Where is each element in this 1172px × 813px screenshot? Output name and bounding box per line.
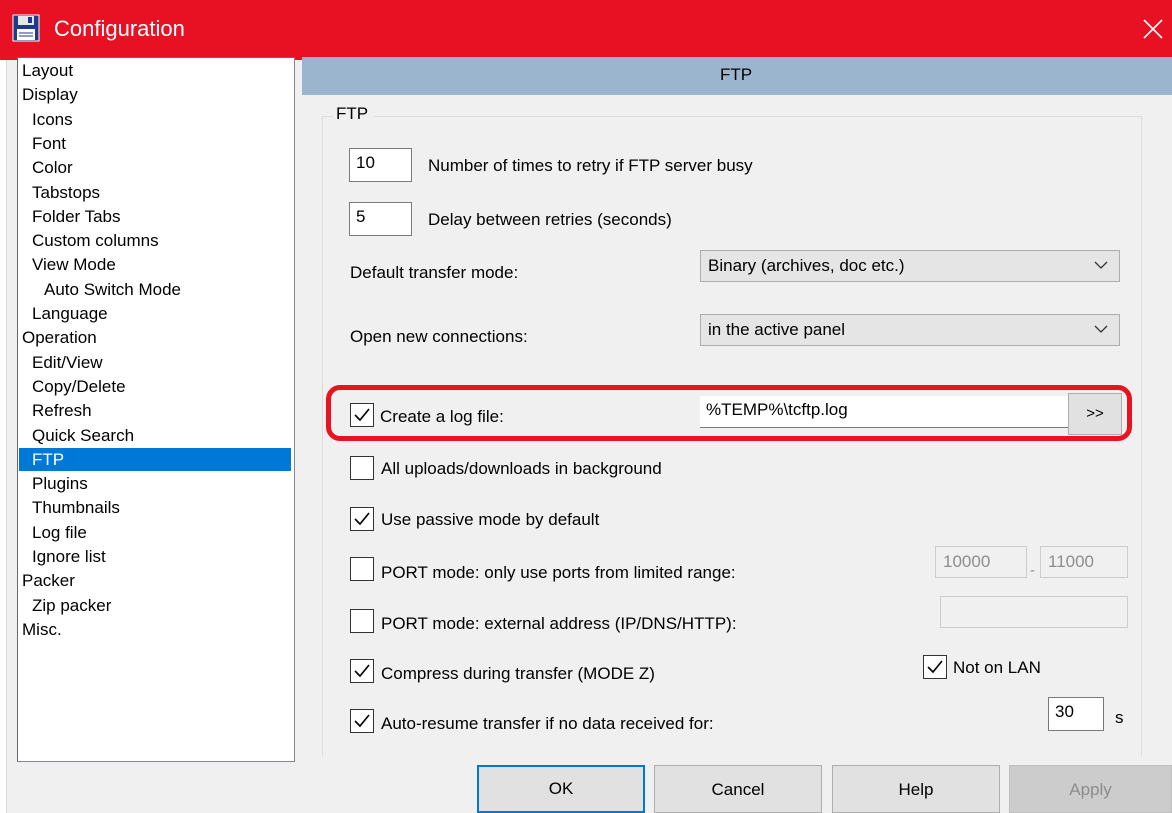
compress-checkbox[interactable] [350, 659, 374, 683]
background-transfer-checkbox[interactable] [350, 456, 374, 480]
auto-resume-label: Auto-resume transfer if no data received… [381, 714, 714, 733]
tree-item-auto-switch-mode[interactable]: Auto Switch Mode [44, 278, 181, 301]
tree-item-edit-view[interactable]: Edit/View [32, 351, 103, 374]
port-range-separator: - [1030, 562, 1035, 579]
tree-item-tabstops[interactable]: Tabstops [32, 181, 100, 204]
retry-delay-label: Delay between retries (seconds) [428, 210, 672, 229]
tree-item-font[interactable]: Font [32, 132, 66, 155]
tree-item-copy-delete[interactable]: Copy/Delete [32, 375, 126, 398]
cancel-button[interactable]: Cancel [654, 765, 822, 813]
port-external-checkbox[interactable] [350, 609, 374, 633]
ok-button[interactable]: OK [477, 765, 645, 813]
floppy-disk-icon [12, 14, 40, 42]
passive-mode-label: Use passive mode by default [381, 510, 600, 529]
checkmark-icon [354, 408, 370, 422]
page-title: FTP [720, 65, 753, 84]
create-log-checkbox[interactable] [350, 403, 374, 427]
checkmark-icon [927, 660, 943, 674]
tree-item-display[interactable]: Display [22, 83, 78, 106]
open-connections-label: Open new connections: [350, 327, 528, 346]
open-connections-value: in the active panel [708, 320, 846, 339]
auto-resume-unit: s [1115, 708, 1124, 727]
compress-label: Compress during transfer (MODE Z) [381, 664, 655, 683]
tree-item-misc[interactable]: Misc. [22, 618, 62, 641]
tree-item-log-file[interactable]: Log file [32, 521, 87, 544]
title-bar: Configuration [0, 0, 1172, 60]
page-header: FTP [302, 57, 1172, 95]
tree-item-color[interactable]: Color [32, 156, 73, 179]
tree-item-ftp[interactable]: FTP [19, 447, 291, 471]
port-to-input[interactable]: 11000 [1040, 546, 1128, 578]
port-range-label: PORT mode: only use ports from limited r… [381, 563, 736, 582]
port-range-checkbox[interactable] [350, 557, 374, 581]
chevron-down-icon [1094, 261, 1108, 269]
window-title: Configuration [54, 16, 185, 41]
tree-item-ignore-list[interactable]: Ignore list [32, 545, 106, 568]
retry-delay-input[interactable]: 5 [349, 202, 412, 236]
close-icon[interactable] [1138, 12, 1168, 46]
help-button[interactable]: Help [832, 765, 1000, 813]
tree-item-refresh[interactable]: Refresh [32, 399, 92, 422]
browse-log-button[interactable]: >> [1068, 393, 1122, 435]
tree-item-packer[interactable]: Packer [22, 569, 75, 592]
log-file-path-input[interactable]: %TEMP%\tcftp.log [700, 396, 1068, 428]
tree-item-operation[interactable]: Operation [22, 326, 97, 349]
tree-item-plugins[interactable]: Plugins [32, 472, 88, 495]
not-on-lan-label: Not on LAN [953, 658, 1041, 677]
tree-item-thumbnails[interactable]: Thumbnails [32, 496, 120, 519]
category-tree[interactable]: Layout Display Icons Font Color Tabstops Folde… [17, 57, 295, 762]
port-from-input[interactable]: 10000 [935, 546, 1027, 578]
checkmark-icon [354, 664, 370, 678]
tree-item-folder-tabs[interactable]: Folder Tabs [32, 205, 121, 228]
retry-count-input[interactable]: 10 [349, 148, 412, 182]
open-connections-select[interactable]: in the active panel [700, 314, 1120, 346]
checkmark-icon [354, 512, 370, 526]
chevron-down-icon [1094, 325, 1108, 333]
apply-button[interactable]: Apply [1009, 765, 1172, 813]
not-on-lan-checkbox[interactable] [923, 655, 947, 679]
passive-mode-checkbox[interactable] [350, 507, 374, 531]
tree-item-language[interactable]: Language [32, 302, 108, 325]
auto-resume-seconds-input[interactable]: 30 [1048, 697, 1104, 731]
checkmark-icon [354, 714, 370, 728]
tree-item-icons[interactable]: Icons [32, 108, 73, 131]
create-log-label: Create a log file: [380, 407, 504, 426]
window-edge [0, 60, 7, 813]
transfer-mode-label: Default transfer mode: [350, 263, 519, 282]
tree-item-zip-packer[interactable]: Zip packer [32, 594, 111, 617]
auto-resume-checkbox[interactable] [350, 709, 374, 733]
retry-count-label: Number of times to retry if FTP server b… [428, 156, 753, 175]
tree-item-view-mode[interactable]: View Mode [32, 253, 116, 276]
tree-item-layout[interactable]: Layout [22, 59, 73, 82]
background-transfer-label: All uploads/downloads in background [381, 459, 662, 478]
port-external-label: PORT mode: external address (IP/DNS/HTTP… [381, 614, 737, 633]
external-address-input[interactable] [940, 596, 1128, 628]
group-title: FTP [333, 104, 375, 124]
tree-item-quick-search[interactable]: Quick Search [32, 424, 134, 447]
transfer-mode-value: Binary (archives, doc etc.) [708, 256, 905, 275]
tree-item-custom-columns[interactable]: Custom columns [32, 229, 159, 252]
transfer-mode-select[interactable]: Binary (archives, doc etc.) [700, 250, 1120, 282]
